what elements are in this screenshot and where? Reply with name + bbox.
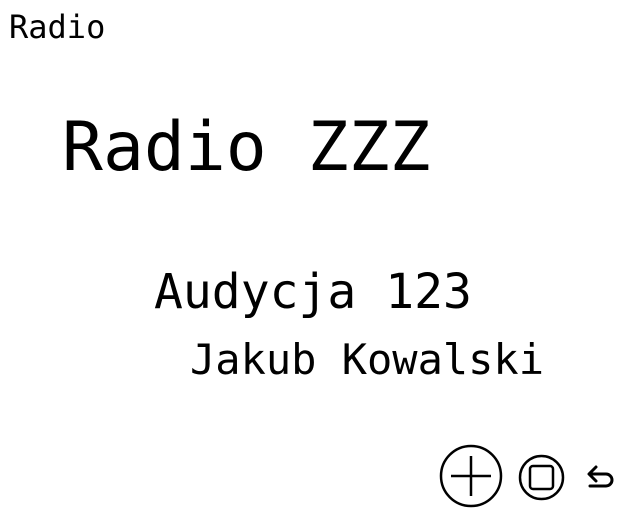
stop-button[interactable] xyxy=(518,454,565,501)
station-name: Radio ZZZ xyxy=(62,108,431,187)
host-name: Jakub Kowalski xyxy=(190,335,545,384)
return-arrow-icon xyxy=(587,465,614,488)
program-title: Audycja 123 xyxy=(154,264,472,320)
plus-circle-icon xyxy=(439,444,503,508)
add-button[interactable] xyxy=(439,444,503,508)
back-button[interactable] xyxy=(584,462,616,494)
stop-square-icon xyxy=(518,454,565,501)
app-title: Radio xyxy=(9,8,106,46)
